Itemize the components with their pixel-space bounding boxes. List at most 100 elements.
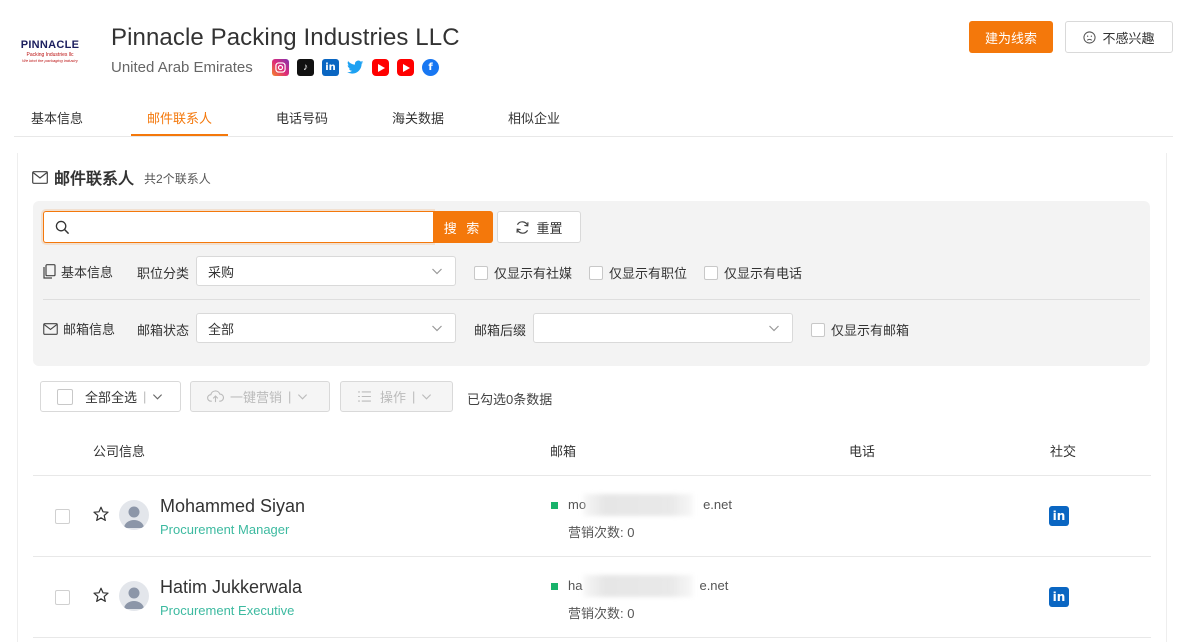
chevron-down-icon: [769, 325, 779, 332]
not-interested-label: 不感兴趣: [1102, 30, 1155, 46]
email-status-label: 邮箱状态: [137, 323, 190, 338]
selected-count: 已勾选0条数据: [467, 392, 553, 407]
filter-divider: [43, 299, 1140, 300]
active-tab-indicator: [131, 134, 228, 136]
separator: |: [288, 389, 292, 404]
star-icon[interactable]: [93, 587, 109, 603]
cloud-upload-icon: [207, 390, 224, 403]
create-lead-button[interactable]: 建为线索: [969, 21, 1053, 53]
contact-title: Procurement Manager: [160, 522, 290, 537]
position-category-label: 职位分类: [137, 266, 190, 281]
marketing-count: 营销次数: 0: [568, 606, 635, 621]
only-email-checkbox[interactable]: 仅显示有邮箱: [811, 320, 909, 339]
select-all-dropdown[interactable]: 全部全选 |: [40, 381, 181, 412]
document-icon: [43, 264, 56, 279]
email-prefix: ha: [568, 578, 583, 593]
email-status-dot: [551, 502, 558, 509]
facebook-icon[interactable]: f: [422, 59, 439, 76]
linkedin-icon[interactable]: in: [1049, 506, 1069, 526]
email-blur-mask: [583, 575, 693, 597]
table-row: Hatim Jukkerwala Procurement Executive h…: [33, 557, 1151, 637]
tiktok-icon[interactable]: ♪: [297, 59, 314, 76]
one-click-marketing-button[interactable]: 一键营销 |: [190, 381, 330, 412]
basic-info-group: 基本信息: [43, 262, 113, 281]
not-interested-button[interactable]: 不感兴趣: [1065, 21, 1173, 53]
checkbox-box[interactable]: [589, 265, 603, 280]
email-suffix: e.net: [699, 578, 729, 593]
reset-label: 重置: [536, 220, 563, 236]
chevron-down-icon: [432, 268, 442, 275]
instagram-icon[interactable]: [272, 59, 289, 76]
email-suffix-label: 邮箱后缀: [474, 323, 527, 338]
filter-panel: 搜 索 重置 基本信息 职位分类 采购 仅显示有社媒 仅显示有职位 仅显示有电话…: [33, 201, 1150, 366]
youtube-icon[interactable]: [372, 59, 389, 76]
contact-name[interactable]: Hatim Jukkerwala: [160, 577, 302, 598]
chevron-down-icon: [153, 394, 163, 400]
marketing-count: 营销次数: 0: [568, 525, 635, 540]
email-status-select[interactable]: 全部: [196, 313, 456, 343]
only-phone-checkbox[interactable]: 仅显示有电话: [704, 263, 802, 282]
tab-phone-numbers[interactable]: 电话号码: [276, 108, 328, 127]
star-icon[interactable]: [93, 506, 109, 522]
email-contacts-section: 邮件联系人 共2个联系人 搜 索 重置 基本信息 职位分类 采购 仅显示有社媒 …: [17, 153, 1167, 642]
checkbox-box[interactable]: [704, 265, 718, 280]
email-suffix-select[interactable]: [533, 313, 793, 343]
reset-button[interactable]: 重置: [497, 211, 581, 243]
contact-count: 共2个联系人: [144, 172, 211, 186]
row-divider: [33, 637, 1151, 638]
only-social-checkbox[interactable]: 仅显示有社媒: [474, 263, 572, 282]
company-country: United Arab Emirates: [111, 59, 253, 76]
chevron-down-icon: [298, 394, 308, 400]
separator: |: [412, 389, 416, 404]
section-title: 邮件联系人: [54, 171, 135, 188]
only-email-label: 仅显示有邮箱: [831, 323, 910, 338]
contact-name[interactable]: Mohammed Siyan: [160, 496, 305, 517]
select-all-label: 全部全选: [85, 390, 138, 405]
search-box: [43, 211, 433, 243]
operations-button[interactable]: 操作 |: [340, 381, 453, 412]
tab-email-contacts[interactable]: 邮件联系人: [147, 108, 212, 127]
only-phone-label: 仅显示有电话: [724, 266, 803, 281]
twitter-icon[interactable]: [347, 59, 364, 76]
sad-face-icon: [1083, 30, 1097, 44]
row-checkbox[interactable]: [55, 590, 70, 605]
checkbox-box[interactable]: [474, 265, 488, 280]
email-info-label: 邮箱信息: [63, 322, 116, 337]
search-button[interactable]: 搜 索: [433, 211, 493, 243]
email-status-value: 全部: [208, 321, 235, 337]
basic-info-label: 基本信息: [61, 265, 114, 280]
email-suffix: e.net: [703, 497, 732, 512]
checkbox-box[interactable]: [811, 322, 825, 337]
only-position-checkbox[interactable]: 仅显示有职位: [589, 263, 687, 282]
detail-tabs: 基本信息 邮件联系人 电话号码 海关数据 相似企业: [14, 96, 1173, 137]
column-header-email: 邮箱: [550, 444, 577, 459]
list-icon: [358, 391, 371, 402]
row-checkbox[interactable]: [55, 509, 70, 524]
logo-text: PINNACLE: [20, 39, 80, 51]
tab-customs-data[interactable]: 海关数据: [392, 108, 444, 127]
email-status-dot: [551, 583, 558, 590]
avatar: [119, 500, 149, 530]
company-name: Pinnacle Packing Industries LLC: [111, 24, 460, 51]
operations-label: 操作: [380, 390, 407, 405]
column-header-phone: 电话: [849, 444, 876, 459]
mail-icon: [43, 322, 58, 335]
search-input[interactable]: [78, 212, 418, 242]
position-category-select[interactable]: 采购: [196, 256, 456, 286]
section-header: 邮件联系人 共2个联系人: [32, 165, 211, 189]
table-row: Mohammed Siyan Procurement Manager mo e.n…: [33, 476, 1151, 556]
linkedin-icon[interactable]: in: [322, 59, 339, 76]
youtube-icon[interactable]: [397, 59, 414, 76]
tab-similar-companies[interactable]: 相似企业: [508, 108, 560, 127]
logo-tagline: We bind the packaging industry: [22, 58, 78, 63]
email-info-group: 邮箱信息: [43, 319, 115, 338]
position-category-value: 采购: [208, 264, 235, 280]
select-all-checkbox[interactable]: [57, 388, 73, 405]
separator: |: [143, 389, 147, 404]
search-icon: [55, 220, 70, 235]
mail-icon: [32, 170, 48, 184]
tab-basic-info[interactable]: 基本信息: [31, 108, 83, 127]
refresh-icon: [516, 220, 530, 234]
linkedin-icon[interactable]: in: [1049, 587, 1069, 607]
only-position-label: 仅显示有职位: [609, 266, 688, 281]
